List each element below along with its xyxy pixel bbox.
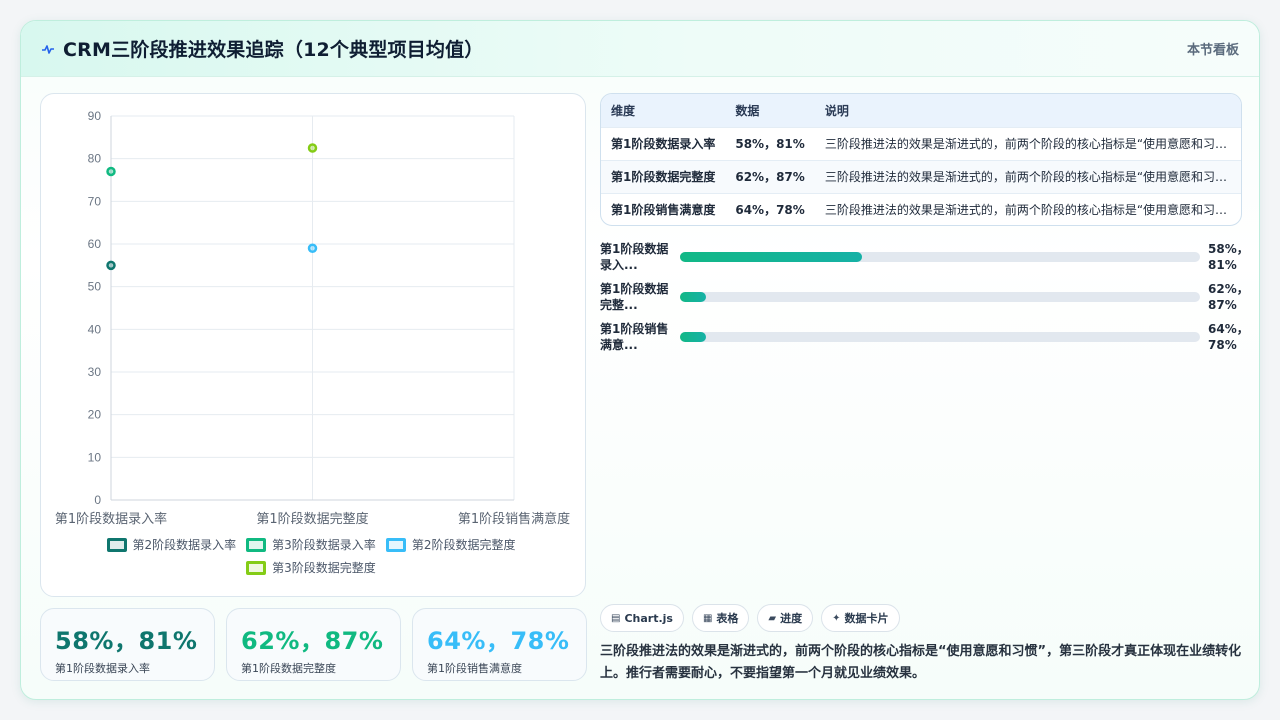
tag-list: ▤ Chart.js ▦ 表格 ▰ 进度 ✦ 数据卡片 [600, 604, 900, 632]
x-tick-label: 第1阶段数据录入率 [55, 511, 167, 527]
chart-legend: 第2阶段数据录入率 第3阶段数据录入率 第2阶段数据完整度第3阶段数据完整度 [101, 536, 521, 576]
progress-row: 第1阶段数据录入... 58%，81% [600, 237, 1249, 277]
x-tick-label: 第1阶段数据完整度 [256, 511, 368, 527]
data-table: 维度 数据 说明 第1阶段数据录入率 58%，81% 三阶段推进法的效果是渐进式的，… [601, 94, 1241, 225]
progress-label: 第1阶段销售满意... [600, 322, 669, 352]
section-board-label: 本节看板 [1186, 43, 1239, 58]
tag-chip[interactable]: ▤ Chart.js [600, 604, 684, 632]
legend-item[interactable]: 第2阶段数据完整度 [385, 536, 516, 553]
tag-label: 数据卡片 [844, 612, 889, 625]
scatter-point[interactable] [106, 260, 116, 271]
progress-track [680, 332, 1200, 342]
tag-chip[interactable]: ▦ 表格 [691, 604, 750, 632]
progress-label: 第1阶段数据录入... [600, 242, 669, 272]
stat-value: 64%，78% [427, 627, 570, 655]
scatter-point[interactable] [307, 243, 318, 254]
stat-cards: 58%，81% 第1阶段数据录入率 62%，87% 第1阶段数据完整度 64%，78% 第… [40, 608, 587, 681]
tag-chip[interactable]: ✦ 数据卡片 [821, 604, 900, 632]
tag-icon: ▰ [768, 612, 777, 624]
header: CRM三阶段推进效果追踪（12个典型项目均值） 本节看板 [21, 21, 1259, 77]
data-table-panel: 维度 数据 说明 第1阶段数据录入率 58%，81% 三阶段推进法的效果是渐进式的，… [600, 93, 1242, 226]
progress-track [680, 252, 1200, 262]
legend-label: 第2阶段数据完整度 [411, 538, 516, 552]
y-tick-label: 10 [88, 450, 102, 464]
table-header-data: 数据 [735, 103, 760, 118]
table-row: 第1阶段销售满意度 64%，78% 三阶段推进法的效果是渐进式的，前两个阶段的核心指… [601, 192, 1241, 225]
table-cell-data: 62%，87% [725, 159, 815, 193]
progress-list: 第1阶段数据录入... 58%，81% 第1阶段数据完整... 62%，87% 第1阶段… [600, 237, 1249, 357]
table-header-dimension: 维度 [611, 103, 636, 118]
dashboard-card: CRM三阶段推进效果追踪（12个典型项目均值） 本节看板 0 10 20 30 40 50… [20, 20, 1260, 700]
progress-row: 第1阶段销售满意... 64%，78% [600, 317, 1249, 357]
y-tick-label: 40 [88, 322, 102, 336]
stat-label: 第1阶段数据录入率 [55, 662, 150, 675]
scatter-point[interactable] [106, 166, 116, 177]
tag-chip[interactable]: ▰ 进度 [757, 604, 814, 632]
tag-icon: ✦ [832, 612, 841, 624]
y-tick-label: 90 [88, 109, 102, 123]
progress-track [680, 292, 1200, 302]
y-tick-label: 60 [88, 237, 102, 251]
tag-icon: ▦ [702, 612, 713, 624]
stat-card: 62%，87% 第1阶段数据完整度 [226, 608, 401, 681]
legend-swatch [385, 537, 406, 552]
scatter-point[interactable] [307, 143, 318, 153]
progress-value: 58%，81% [1208, 242, 1249, 272]
scatter-chart: 0 10 20 30 40 50 60 70 80 90 第1阶段数据录入率 第1阶段数据完整度 第1阶… [55, 109, 570, 527]
legend-swatch [246, 560, 267, 575]
table-cell-dimension: 第1阶段数据完整度 [601, 159, 726, 193]
pulse-icon [42, 44, 54, 54]
title-wrap: CRM三阶段推进效果追踪（12个典型项目均值） [41, 35, 484, 62]
table-cell-description: 三阶段推进法的效果是渐进式的，前两个阶段的核心指标是“使用意愿和习惯... [814, 159, 1241, 193]
legend-label: 第2阶段数据录入率 [132, 538, 237, 552]
table-cell-description: 三阶段推进法的效果是渐进式的，前两个阶段的核心指标是“使用意愿和习惯... [814, 192, 1241, 225]
legend-item[interactable]: 第3阶段数据录入率 [246, 536, 376, 553]
page-title: CRM三阶段推进效果追踪（12个典型项目均值） [63, 39, 484, 61]
chart-panel: 0 10 20 30 40 50 60 70 80 90 第1阶段数据录入率 第1阶段数据完整度 第1阶… [40, 93, 586, 597]
progress-fill [680, 332, 706, 342]
tag-label: 进度 [780, 612, 803, 625]
stat-card: 64%，78% 第1阶段销售满意度 [412, 608, 587, 681]
tag-label: Chart.js [624, 611, 673, 625]
table-cell-dimension: 第1阶段销售满意度 [601, 192, 726, 225]
legend-swatch [106, 537, 127, 552]
table-cell-dimension: 第1阶段数据录入率 [601, 126, 726, 160]
table-cell-data: 64%，78% [725, 192, 815, 225]
y-tick-label: 0 [94, 493, 101, 507]
y-tick-label: 20 [88, 408, 102, 422]
tag-icon: ▤ [611, 612, 621, 624]
table-cell-data: 58%，81% [725, 126, 815, 160]
tag-label: 表格 [716, 612, 739, 625]
progress-row: 第1阶段数据完整... 62%，87% [600, 277, 1249, 317]
legend-label: 第3阶段数据完整度 [272, 561, 376, 575]
table-cell-description: 三阶段推进法的效果是渐进式的，前两个阶段的核心指标是“使用意愿和习惯... [814, 126, 1241, 160]
progress-fill [680, 252, 862, 262]
table-header-description: 说明 [824, 103, 849, 118]
stat-label: 第1阶段销售满意度 [427, 662, 522, 675]
legend-label: 第3阶段数据录入率 [272, 538, 376, 552]
progress-value: 64%，78% [1208, 322, 1249, 352]
y-tick-label: 30 [88, 365, 102, 379]
progress-value: 62%，87% [1208, 282, 1249, 312]
legend-item[interactable]: 第3阶段数据完整度 [246, 559, 376, 576]
y-tick-label: 70 [88, 194, 102, 208]
table-row: 第1阶段数据完整度 62%，87% 三阶段推进法的效果是渐进式的，前两个阶段的核心指… [601, 159, 1241, 193]
stat-card: 58%，81% 第1阶段数据录入率 [40, 608, 215, 681]
summary-text: 三阶段推进法的效果是渐进式的，前两个阶段的核心指标是“使用意愿和习惯”，第三阶段… [600, 644, 1242, 681]
progress-fill [680, 292, 706, 302]
table-header-row: 维度 数据 说明 [601, 94, 1241, 127]
x-tick-label: 第1阶段销售满意度 [458, 511, 570, 527]
stat-value: 62%，87% [241, 627, 384, 655]
stat-label: 第1阶段数据完整度 [241, 662, 336, 675]
y-tick-label: 80 [88, 152, 102, 166]
legend-item[interactable]: 第2阶段数据录入率 [106, 536, 237, 553]
y-tick-label: 50 [88, 280, 102, 294]
progress-label: 第1阶段数据完整... [600, 282, 669, 312]
stat-value: 58%，81% [55, 627, 198, 655]
table-row: 第1阶段数据录入率 58%，81% 三阶段推进法的效果是渐进式的，前两个阶段的核心指… [601, 126, 1241, 160]
legend-swatch [246, 537, 267, 552]
